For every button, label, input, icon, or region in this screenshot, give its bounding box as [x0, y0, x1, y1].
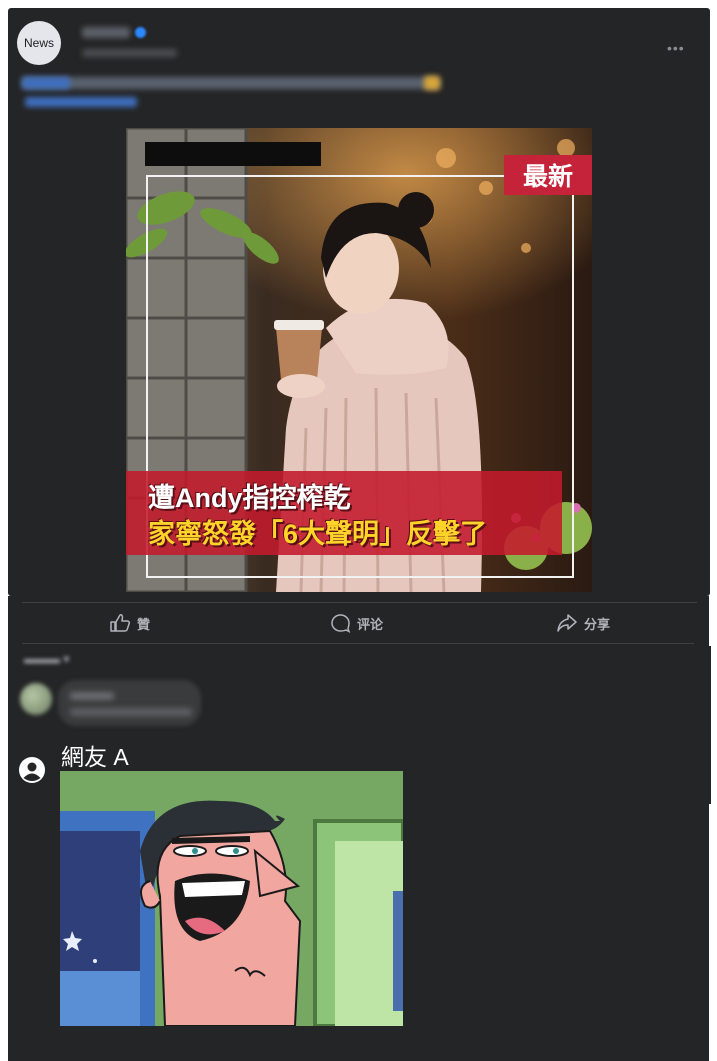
emoji-blurred: [424, 76, 440, 90]
image-caption-line2: 家寧怒發「6大聲明」反擊了: [148, 519, 488, 549]
share-button[interactable]: 分享: [556, 612, 610, 634]
comment-author-blurred[interactable]: [70, 692, 114, 700]
divider-top: [22, 602, 697, 603]
thumbs-up-icon: [110, 613, 131, 633]
post-text-blurred: [22, 77, 440, 89]
more-options-icon[interactable]: •••: [667, 40, 685, 56]
post-hashtag-blurred[interactable]: [22, 77, 70, 89]
timestamp-blurred[interactable]: [82, 49, 177, 57]
like-label: 贊: [137, 616, 151, 632]
redaction-bar: [145, 142, 321, 166]
divider-bottom: [22, 643, 694, 644]
post-link-blurred[interactable]: [25, 97, 137, 107]
latest-badge: 最新: [504, 155, 592, 195]
reply-author-name[interactable]: 網友 A: [61, 738, 129, 772]
share-arrow-icon: [556, 613, 578, 633]
image-caption-line1: 遭Andy指控榨乾: [148, 483, 351, 513]
verified-badge-icon: [135, 27, 146, 38]
comment-sort-blurred[interactable]: ▬▬▬ ▾: [24, 652, 69, 666]
comment-icon: [330, 613, 351, 633]
meme-image[interactable]: [60, 771, 403, 1026]
comment-label: 评论: [357, 616, 384, 632]
page-avatar[interactable]: News: [17, 21, 61, 65]
comment-text-blurred: [70, 708, 192, 716]
comment-bubble-blurred: [58, 680, 201, 726]
user-icon[interactable]: [18, 756, 46, 784]
share-label: 分享: [584, 616, 611, 632]
like-button[interactable]: 贊: [110, 612, 150, 634]
comment-button[interactable]: 评论: [330, 612, 383, 634]
page-name-blurred[interactable]: [82, 27, 130, 38]
post-image[interactable]: 最新 遭Andy指控榨乾 家寧怒發「6大聲明」反擊了: [126, 128, 592, 592]
commenter-avatar[interactable]: [20, 683, 52, 715]
cartoon-illustration: [60, 771, 403, 1026]
